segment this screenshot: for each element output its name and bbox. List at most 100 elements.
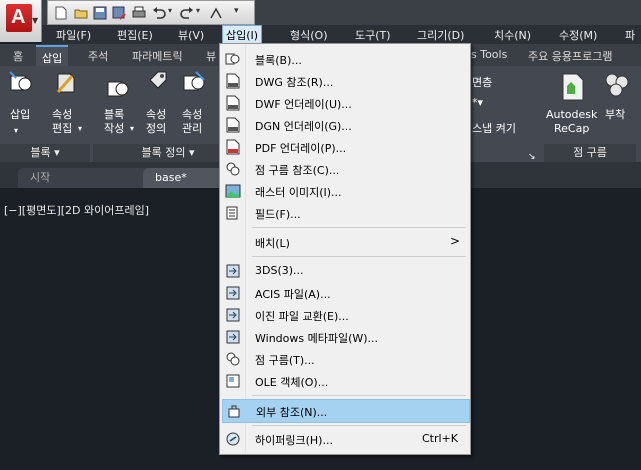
- new-file-icon[interactable]: [54, 6, 68, 20]
- edit-attribute-icon[interactable]: [52, 70, 78, 96]
- manage-attribute-icon[interactable]: [182, 70, 208, 96]
- menu-item-pdf-underlay[interactable]: PDF 언더레이(P)...: [222, 136, 468, 158]
- tab-base-label: base*: [155, 171, 187, 184]
- menu-item-field[interactable]: 필드(F)...: [222, 202, 468, 224]
- menu-item-label: 배치(L): [255, 237, 290, 250]
- manage-attribute-label1: 속성: [182, 108, 203, 121]
- menu-item-label: 점 구름 참조(C)...: [255, 164, 340, 177]
- menu-item-label: 3DS(3)...: [255, 264, 304, 277]
- raster-image-icon: [225, 184, 241, 198]
- menu-item-windows-metafile[interactable]: Windows 메타파일(W)...: [222, 326, 468, 348]
- submenu-arrow-icon: >: [449, 234, 460, 248]
- pdf-file-icon: [226, 139, 240, 155]
- chevron-down-icon: ▼: [32, 16, 39, 25]
- menu-parametric[interactable]: 파: [625, 27, 635, 43]
- panel-block-label: 블록: [30, 146, 51, 159]
- menu-item-ole-object[interactable]: OLE 객체(O)...: [222, 370, 468, 392]
- menu-item-dgn-underlay[interactable]: DGN 언더레이(G)...: [222, 114, 468, 136]
- create-block-label1: 블록: [104, 108, 125, 121]
- redo-dropdown-icon[interactable]: ▾: [196, 6, 210, 20]
- menu-tools[interactable]: 도구(T): [355, 27, 391, 43]
- tab-home[interactable]: 홈: [13, 48, 23, 64]
- menu-file[interactable]: 파일(F): [56, 27, 91, 43]
- define-attribute-icon[interactable]: [146, 70, 172, 96]
- tab-view[interactable]: 뷰: [206, 48, 216, 64]
- snap-on-label[interactable]: 스냅 켜기: [472, 122, 516, 136]
- menu-item-label: 블록(B)...: [255, 54, 302, 67]
- menu-item-label: 점 구름(T)...: [255, 354, 315, 367]
- menu-item-binary-exchange[interactable]: 이진 파일 교환(E)...: [222, 304, 468, 326]
- create-block-label2: 작성: [104, 122, 125, 135]
- manage-attribute-label2: 관리: [182, 122, 203, 135]
- insert-dropdown-menu: 블록(B)... DWG 참조(R)... DWF 언더레이(U)... DGN…: [219, 43, 471, 455]
- dropdown-fragment[interactable]: *▾: [472, 96, 483, 110]
- external-reference-icon: [228, 405, 240, 418]
- menu-insert[interactable]: 삽입(I): [222, 25, 263, 45]
- menu-item-label: DWG 참조(R)...: [255, 76, 334, 89]
- tab-featured-apps[interactable]: 주요 응용프로그램: [528, 48, 612, 64]
- save-icon[interactable]: [93, 6, 107, 20]
- print-icon[interactable]: [132, 6, 146, 20]
- undo-icon[interactable]: [152, 6, 166, 20]
- dwf-file-icon: [226, 95, 240, 111]
- 3ds-import-icon: [226, 264, 240, 278]
- tab-tools[interactable]: s Tools: [471, 48, 507, 61]
- viewport-controls-label[interactable]: [−][평면도][2D 와이어프레임]: [4, 202, 149, 218]
- dgn-file-icon: [226, 117, 240, 133]
- menu-item-acis-file[interactable]: ACIS 파일(A)...: [222, 282, 468, 304]
- edit-attribute-label2: 편집: [52, 122, 73, 135]
- recap-icon[interactable]: [557, 72, 585, 102]
- menu-item-point-cloud[interactable]: 점 구름(T)...: [222, 348, 468, 370]
- customize-toolbar-icon[interactable]: ▾: [234, 6, 248, 20]
- insert-block-icon[interactable]: [8, 70, 34, 96]
- menu-edit[interactable]: 편집(E): [117, 27, 153, 43]
- menu-item-label: 래스터 이미지(I)...: [255, 186, 342, 199]
- menu-item-external-reference[interactable]: 외부 참조(N)...: [222, 399, 470, 423]
- menu-item-raster-image[interactable]: 래스터 이미지(I)...: [222, 180, 468, 202]
- menu-item-shortcut: Ctrl+K: [421, 432, 458, 445]
- chevron-down-icon[interactable]: ▾: [78, 122, 82, 136]
- dwg-file-icon: [226, 73, 240, 89]
- application-menu-button[interactable]: A ▼: [0, 0, 42, 42]
- panel-title-block[interactable]: 블록 ▾: [0, 144, 90, 162]
- tab-start[interactable]: 시작: [18, 168, 154, 188]
- chevron-down-icon[interactable]: ▾: [14, 124, 18, 138]
- tab-annotate[interactable]: 주석: [88, 48, 108, 64]
- tab-parametric[interactable]: 파라메트릭: [132, 48, 183, 64]
- menu-item-3ds[interactable]: 3DS(3)...: [222, 260, 468, 282]
- menu-item-block[interactable]: 블록(B)...: [222, 48, 468, 70]
- menu-item-label: PDF 언더레이(P)...: [255, 142, 347, 155]
- menu-separator: [252, 227, 466, 228]
- save-as-icon[interactable]: [112, 6, 126, 20]
- menu-item-dwf-underlay[interactable]: DWF 언더레이(U)...: [222, 92, 468, 114]
- field-icon: [226, 206, 238, 220]
- open-folder-icon[interactable]: [74, 6, 88, 20]
- attach-point-cloud-icon[interactable]: [602, 70, 632, 100]
- point-cloud-attach-icon: [226, 352, 240, 366]
- menu-item-point-cloud-reference[interactable]: 점 구름 참조(C)...: [222, 158, 468, 180]
- panel-point-cloud-label: 점 구름: [573, 146, 607, 159]
- redo-icon[interactable]: [180, 6, 194, 20]
- menu-item-hyperlink[interactable]: 하이퍼링크(H)... Ctrl+K: [222, 428, 468, 450]
- point-cloud-icon: [226, 162, 240, 176]
- menu-item-label: Windows 메타파일(W)...: [255, 332, 379, 345]
- menu-item-label: OLE 객체(O)...: [255, 376, 329, 389]
- menu-item-label: DWF 언더레이(U)...: [255, 98, 352, 111]
- menu-item-dwg-reference[interactable]: DWG 참조(R)...: [222, 70, 468, 92]
- menu-modify[interactable]: 수정(M): [559, 27, 597, 43]
- menu-format[interactable]: 형식(O): [290, 27, 327, 43]
- edit-attribute-label1: 속성: [52, 108, 73, 121]
- define-attribute-label2: 정의: [146, 122, 167, 135]
- menu-separator: [252, 256, 466, 257]
- menu-dimension[interactable]: 치수(N): [494, 27, 531, 43]
- layer-fragment-label: 면층: [472, 76, 493, 89]
- create-block-icon[interactable]: [106, 76, 132, 102]
- panel-block-definition-label: 블록 정의: [141, 146, 186, 159]
- define-attribute-label1: 속성: [146, 108, 167, 121]
- menu-bar: 파일(F) 편집(E) 뷰(V) 삽입(I) 형식(O) 도구(T) 그리기(D…: [42, 25, 641, 45]
- menu-view[interactable]: 뷰(V): [178, 27, 204, 43]
- menu-item-layout[interactable]: 배치(L) >: [222, 231, 468, 253]
- menu-draw[interactable]: 그리기(D): [417, 27, 464, 43]
- plot-icon[interactable]: [210, 6, 224, 20]
- chevron-down-icon[interactable]: ▾: [130, 122, 134, 136]
